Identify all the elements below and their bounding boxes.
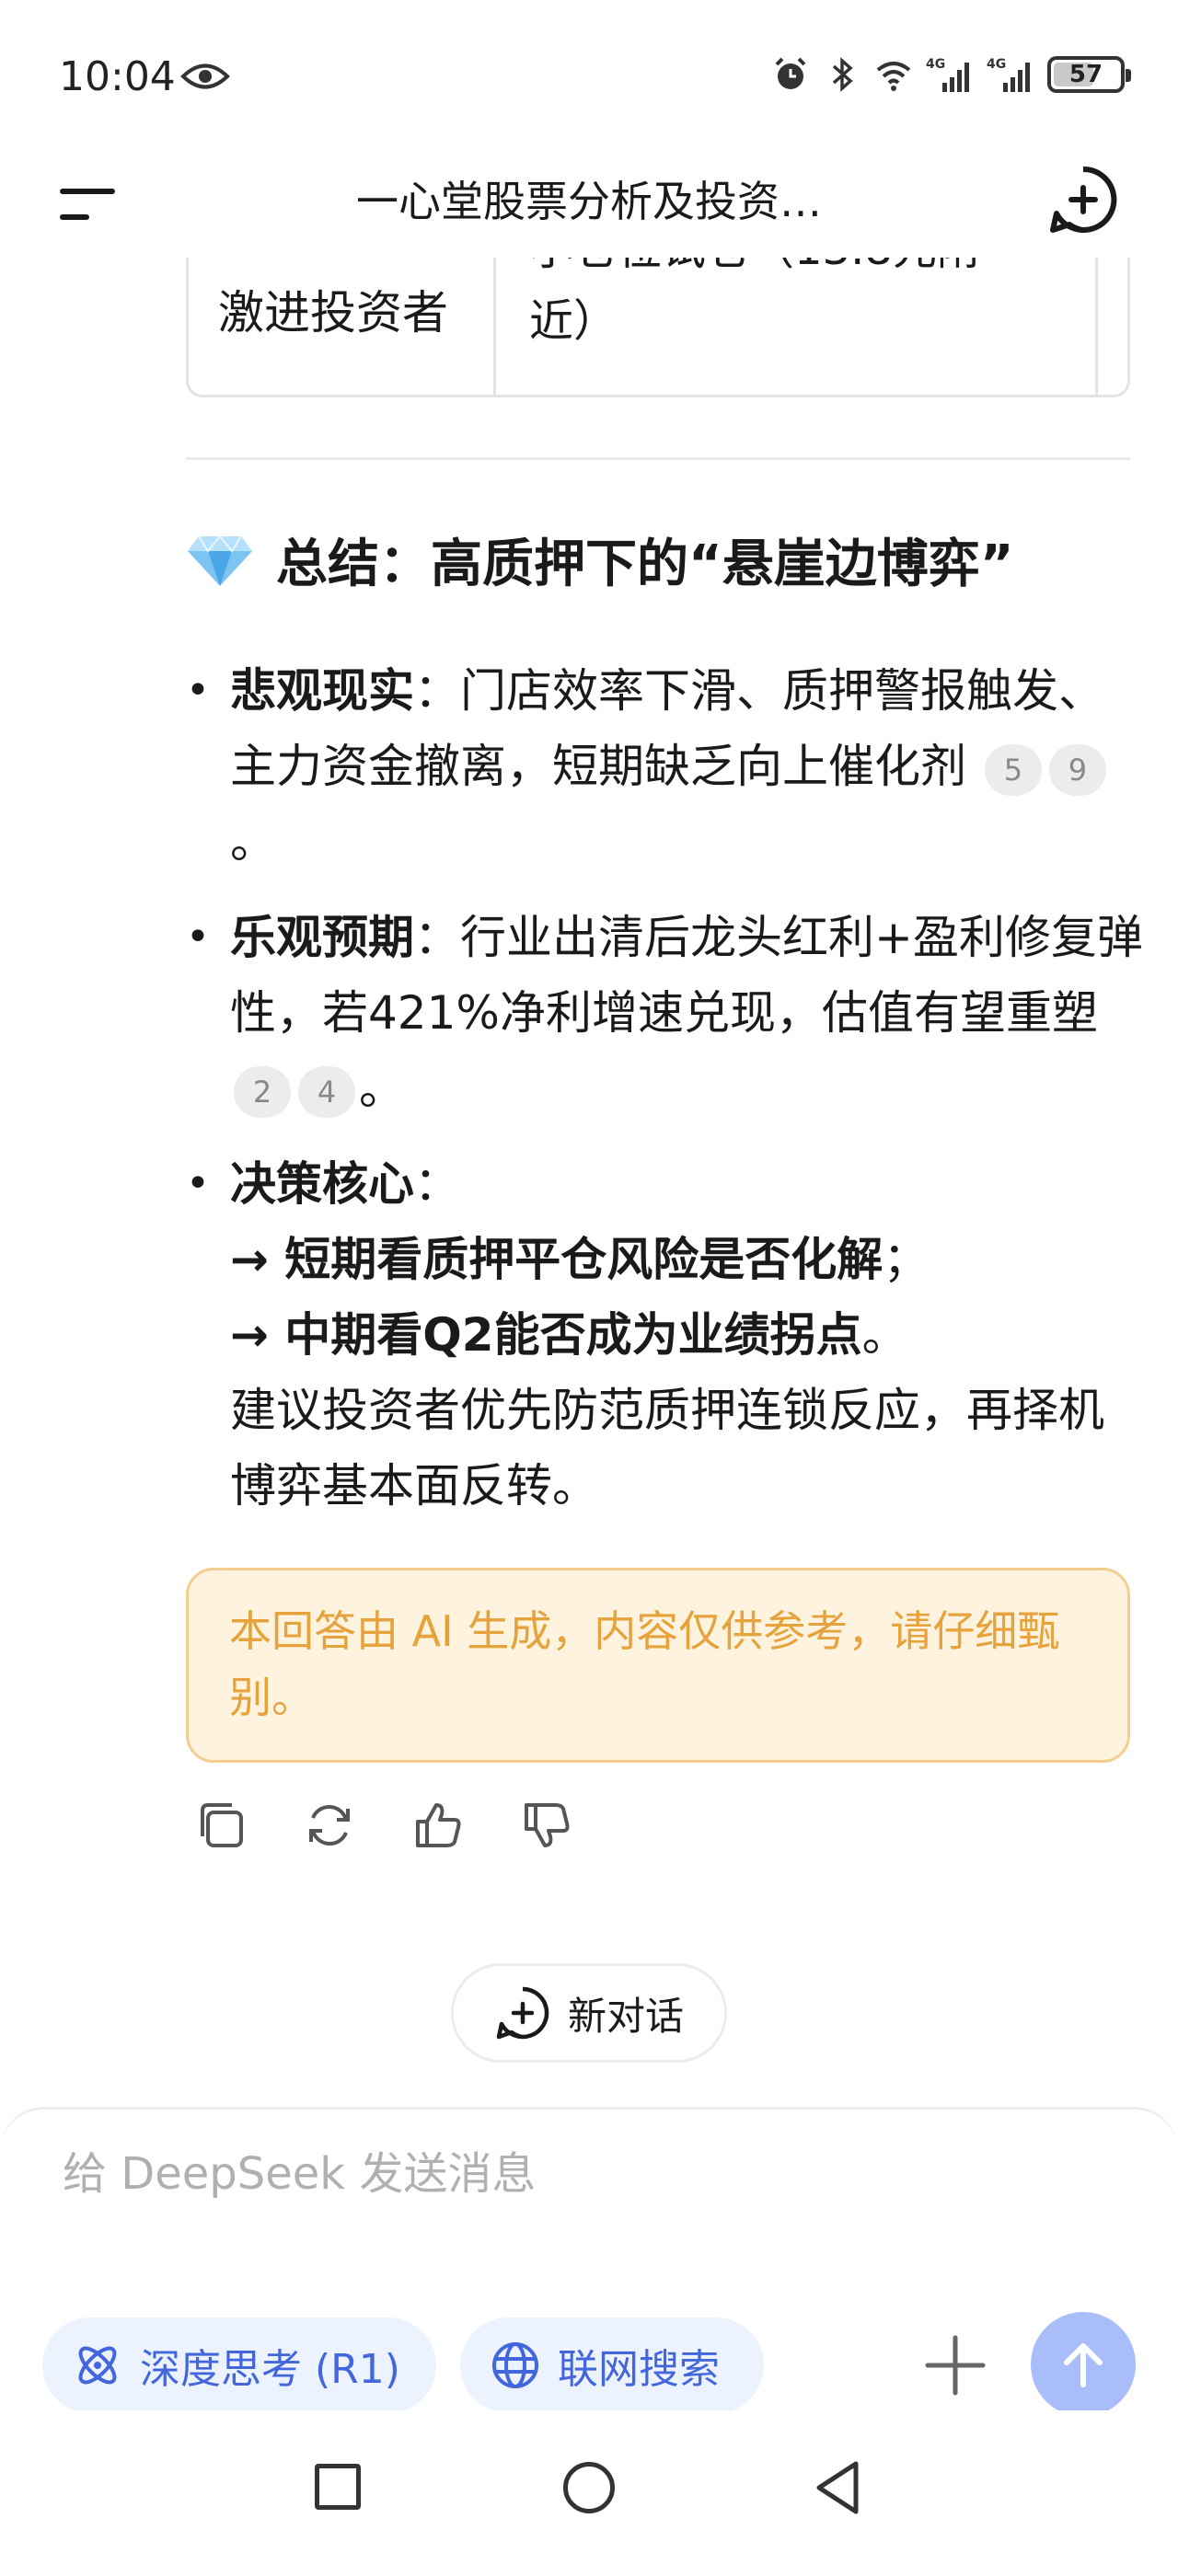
bullet-colon: ：: [414, 1157, 460, 1211]
arrow-up-icon: [1064, 2343, 1103, 2387]
table-row-label: 激进投资者: [218, 286, 448, 339]
alarm-icon: [775, 57, 806, 89]
ai-disclaimer: 本回答由 AI 生成，内容仅供参考，请仔细甄别。: [186, 1568, 1130, 1763]
summary-heading: 总结：高质押下的“悬崖边博弈”: [186, 523, 1014, 597]
copy-icon[interactable]: [193, 1798, 248, 1853]
message-composer: 深度思考 (R1) 联网搜索: [0, 2107, 1178, 2417]
globe-icon: [492, 2342, 538, 2388]
deep-think-button[interactable]: 深度思考 (R1): [42, 2317, 436, 2413]
signal-4g-icon: 4G: [926, 57, 969, 92]
atom-icon: [78, 2346, 117, 2385]
battery-icon: 57: [1047, 56, 1131, 93]
menu-icon[interactable]: [59, 177, 116, 234]
recent-apps-button[interactable]: [315, 2464, 361, 2510]
section-divider: [186, 457, 1130, 460]
thumbs-up-icon[interactable]: [410, 1798, 466, 1853]
deep-think-label: 深度思考 (R1): [140, 2346, 400, 2393]
citation-badge[interactable]: 2: [234, 1065, 291, 1118]
status-time: 10:04: [59, 53, 176, 100]
decision-line-2-end: 。: [861, 1308, 908, 1362]
table-cell-value: 小仓位试仓（13.8元附近）: [496, 258, 1098, 397]
citation-badge[interactable]: 9: [1048, 743, 1106, 796]
system-nav-bar: [0, 2410, 1178, 2576]
web-search-button[interactable]: 联网搜索: [460, 2317, 764, 2413]
status-icons: 4G 4G 57: [771, 55, 1131, 94]
battery-level: 57: [1068, 61, 1103, 88]
back-button[interactable]: [810, 2458, 865, 2517]
citation-badge[interactable]: 5: [984, 743, 1042, 796]
new-dialog-label: 新对话: [567, 1993, 684, 2039]
bullet-title: 决策核心: [230, 1157, 414, 1211]
send-button[interactable]: [1031, 2312, 1136, 2417]
advice-text: 建议投资者优先防范质押连锁反应，再择机博弈基本面反转。: [230, 1384, 1104, 1512]
decision-line-1: → 短期看质押平仓风险是否化解: [230, 1233, 884, 1286]
eye-icon: [180, 63, 230, 89]
home-button[interactable]: [563, 2462, 615, 2513]
regenerate-icon[interactable]: [302, 1798, 357, 1853]
citation-badge[interactable]: 4: [298, 1065, 355, 1118]
wifi-icon: [876, 62, 911, 91]
list-item: 悲观现实：门店效率下滑、质押警报触发、主力资金撤离，短期缺乏向上催化剂 59。: [186, 653, 1143, 880]
summary-title: 总结：高质押下的“悬崖边博弈”: [276, 535, 1014, 594]
attach-plus-icon[interactable]: [917, 2327, 994, 2404]
signal-4g-icon-2: 4G: [987, 57, 1030, 92]
bullet-title: 悲观现实: [230, 664, 414, 718]
decision-line-2: → 中期看Q2能否成为业绩拐点: [230, 1308, 862, 1362]
gem-icon: [188, 534, 252, 586]
message-actions: [193, 1798, 574, 1853]
status-bar: 10:04 4G 4G 57: [0, 0, 1178, 156]
strategy-table: 激进投资者 小仓位试仓（13.8元附近）: [186, 258, 1130, 397]
list-item: 决策核心： → 短期看质押平仓风险是否化解； → 中期看Q2能否成为业绩拐点。 …: [186, 1146, 1143, 1524]
decision-line-1-end: ；: [883, 1233, 930, 1286]
disclaimer-text: 本回答由 AI 生成，内容仅供参考，请仔细甄别。: [229, 1606, 1060, 1722]
message-input[interactable]: [63, 2137, 891, 2211]
svg-text:4G: 4G: [987, 57, 1006, 72]
chat-content: 激进投资者 小仓位试仓（13.8元附近） 总结：高质押下的“悬崖边博弈” 悲观现…: [0, 258, 1178, 2088]
new-dialog-icon: [496, 1986, 549, 2040]
bullet-end: 。: [230, 815, 276, 868]
table-row-value: 小仓位试仓（13.8元附近）: [529, 258, 981, 347]
chat-title: 一心堂股票分析及投资…: [356, 177, 822, 226]
svg-text:4G: 4G: [926, 57, 945, 72]
list-item: 乐观预期：行业出清后龙头红利+盈利修复弹性，若421%净利增速兑现，估值有望重塑…: [186, 900, 1143, 1126]
bluetooth-icon: [832, 57, 853, 92]
new-dialog-button[interactable]: 新对话: [451, 1963, 727, 2063]
web-search-label: 联网搜索: [558, 2346, 720, 2393]
table-cell-label: 激进投资者: [189, 258, 496, 397]
bullet-end: 。: [359, 1062, 405, 1115]
new-chat-icon[interactable]: [1047, 164, 1119, 236]
app-header: 一心堂股票分析及投资…: [0, 156, 1178, 258]
bullet-title: 乐观预期: [230, 911, 414, 964]
summary-list: 悲观现实：门店效率下滑、质押警报触发、主力资金撤离，短期缺乏向上催化剂 59。 …: [186, 653, 1143, 1544]
thumbs-down-icon[interactable]: [519, 1798, 574, 1853]
